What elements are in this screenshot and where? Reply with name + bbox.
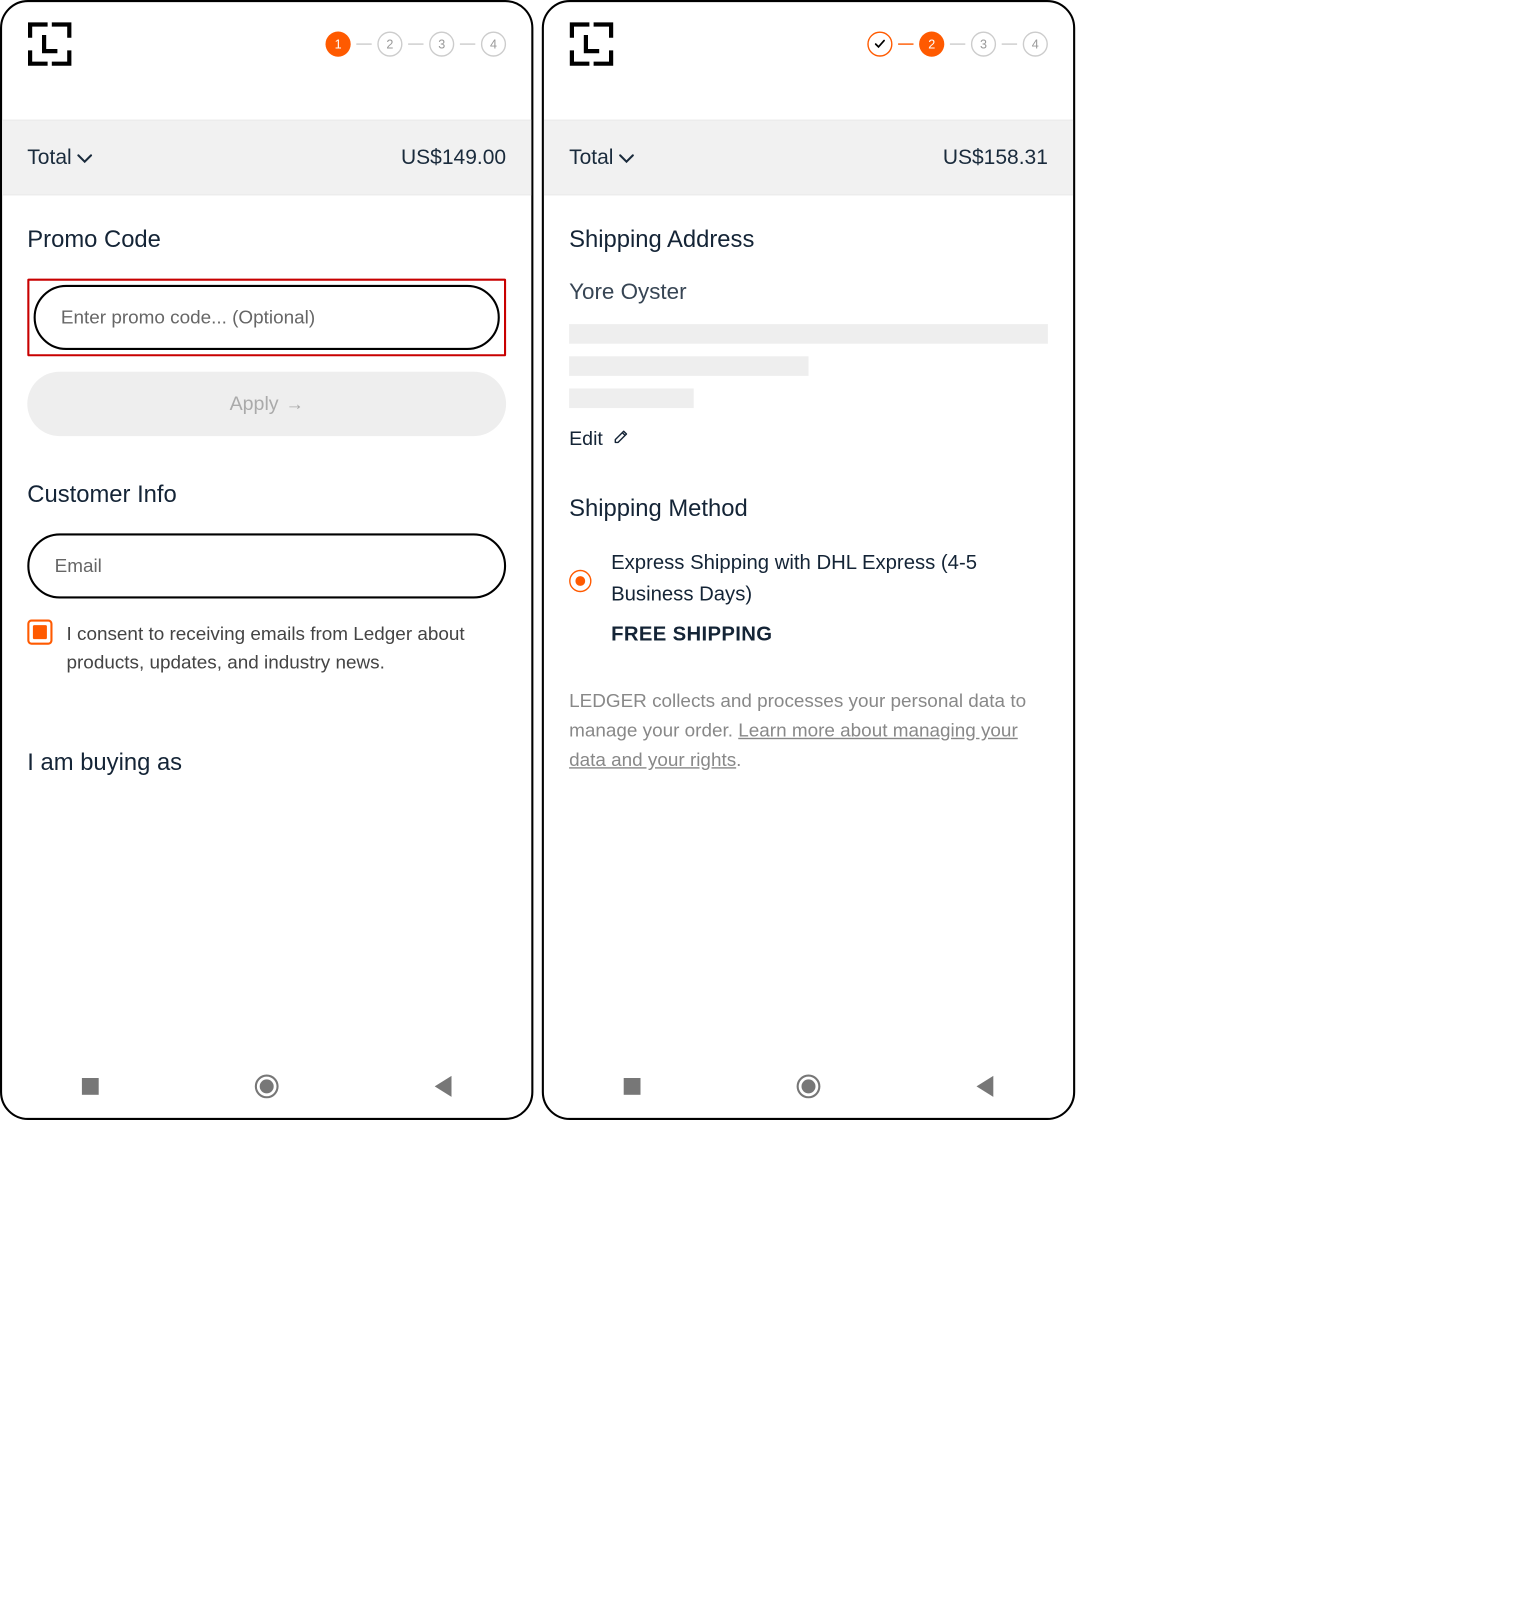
shipping-option-label: Express Shipping with DHL Express (4-5 B… — [611, 552, 977, 606]
step-2[interactable]: 2 — [919, 32, 944, 57]
phone-right: 2 3 4 Total US$158.31 Shipping Address Y… — [542, 0, 1075, 1120]
address-name: Yore Oyster — [569, 279, 1048, 305]
total-bar[interactable]: Total US$149.00 — [2, 120, 531, 196]
home-icon[interactable] — [795, 1073, 822, 1100]
shipping-address-heading: Shipping Address — [569, 226, 1048, 253]
promo-code-input[interactable] — [34, 285, 500, 350]
android-nav-bar — [2, 1055, 531, 1118]
step-4[interactable]: 4 — [481, 32, 506, 57]
phone-left: 1 2 3 4 Total US$149.00 Promo Code — [0, 0, 533, 1120]
apply-label: Apply — [230, 393, 279, 415]
redacted-line — [569, 356, 808, 376]
step-3[interactable]: 3 — [971, 32, 996, 57]
check-icon — [874, 38, 887, 51]
total-amount: US$158.31 — [943, 146, 1048, 170]
step-divider — [408, 43, 423, 44]
promo-input-highlight — [27, 279, 506, 357]
ledger-logo-icon — [569, 22, 614, 67]
email-input[interactable] — [27, 533, 506, 598]
step-divider — [950, 43, 965, 44]
buying-as-heading: I am buying as — [27, 749, 506, 776]
home-icon[interactable] — [253, 1073, 280, 1100]
total-label: Total — [569, 146, 634, 170]
recent-apps-icon[interactable] — [77, 1073, 104, 1100]
pencil-icon — [613, 428, 630, 450]
header: 1 2 3 4 — [2, 2, 531, 86]
redacted-line — [569, 324, 1048, 344]
total-amount: US$149.00 — [401, 146, 506, 170]
edit-label: Edit — [569, 428, 603, 450]
ledger-logo-icon — [27, 22, 72, 67]
edit-address-button[interactable]: Edit — [569, 428, 1048, 450]
step-3[interactable]: 3 — [429, 32, 454, 57]
recent-apps-icon[interactable] — [619, 1073, 646, 1100]
apply-button[interactable]: Apply → — [27, 372, 506, 436]
legal-text: LEDGER collects and processes your perso… — [569, 687, 1048, 775]
step-4[interactable]: 4 — [1023, 32, 1048, 57]
promo-code-heading: Promo Code — [27, 226, 506, 253]
step-divider — [898, 43, 913, 44]
step-1-done[interactable] — [867, 32, 892, 57]
shipping-option[interactable]: Express Shipping with DHL Express (4-5 B… — [569, 547, 1048, 650]
step-divider — [1002, 43, 1017, 44]
total-bar[interactable]: Total US$158.31 — [544, 120, 1073, 196]
radio-selected[interactable] — [569, 570, 591, 592]
total-label: Total — [27, 146, 92, 170]
checkout-stepper: 2 3 4 — [867, 32, 1048, 57]
redacted-line — [569, 389, 693, 409]
step-2[interactable]: 2 — [377, 32, 402, 57]
android-nav-bar — [544, 1055, 1073, 1118]
free-shipping-label: FREE SHIPPING — [611, 619, 1048, 650]
arrow-right-icon: → — [286, 393, 304, 415]
shipping-method-heading: Shipping Method — [569, 495, 1048, 522]
back-icon[interactable] — [972, 1073, 999, 1100]
customer-info-heading: Customer Info — [27, 481, 506, 508]
back-icon[interactable] — [430, 1073, 457, 1100]
consent-checkbox[interactable] — [27, 620, 52, 645]
header: 2 3 4 — [544, 2, 1073, 86]
chevron-down-icon — [619, 146, 634, 170]
checkout-stepper: 1 2 3 4 — [326, 32, 507, 57]
chevron-down-icon — [77, 146, 92, 170]
step-divider — [356, 43, 371, 44]
step-divider — [460, 43, 475, 44]
step-1[interactable]: 1 — [326, 32, 351, 57]
consent-label: I consent to receiving emails from Ledge… — [67, 620, 507, 677]
